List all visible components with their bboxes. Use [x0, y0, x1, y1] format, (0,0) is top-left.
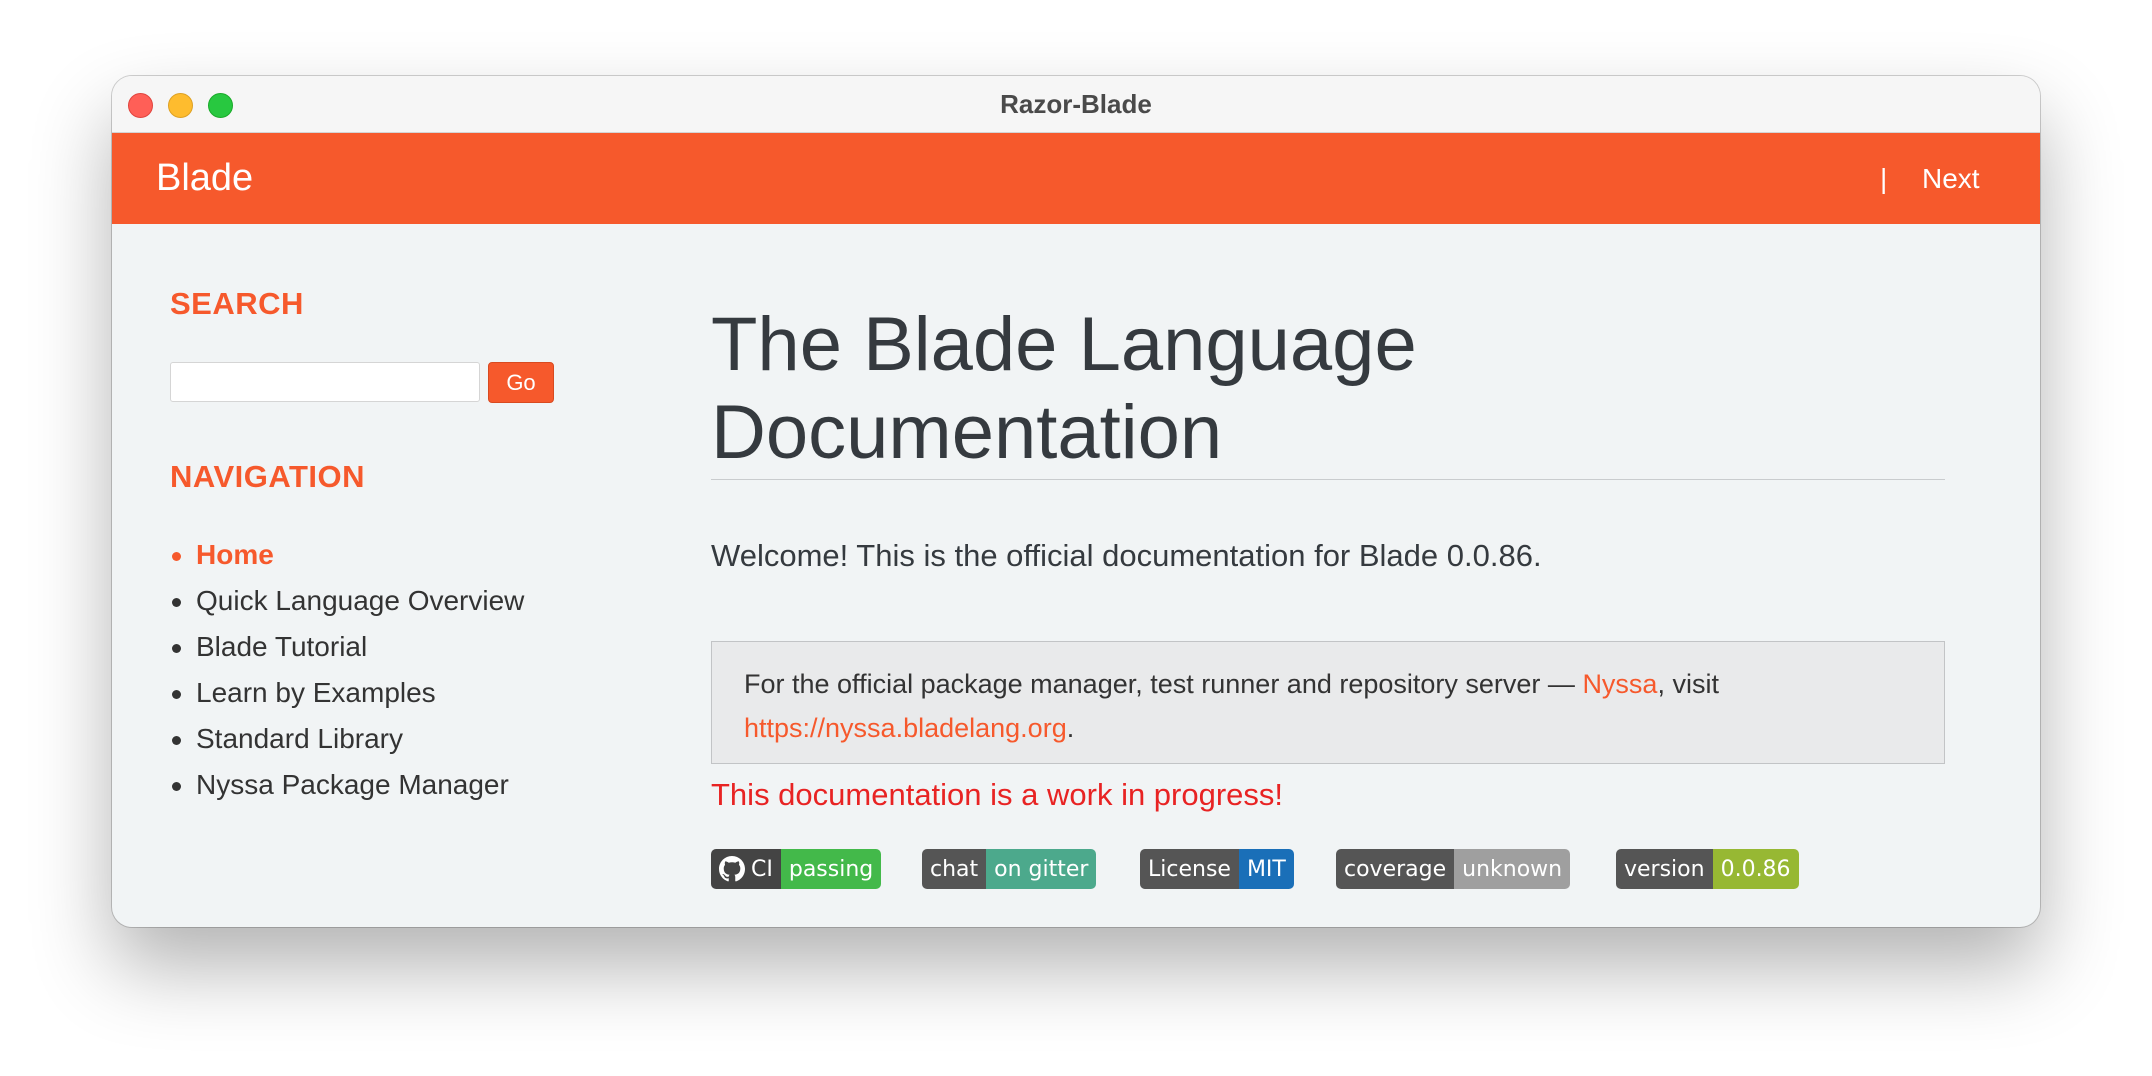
gitter-badge[interactable]: chat on gitter	[922, 849, 1097, 889]
version-badge[interactable]: version 0.0.86	[1616, 849, 1799, 889]
go-button[interactable]: Go	[488, 362, 554, 403]
ci-badge-label: CI	[711, 849, 781, 889]
nav-item-standard-library[interactable]: Standard Library	[172, 716, 616, 762]
window-title: Razor-Blade	[1000, 89, 1152, 119]
ci-badge-value: passing	[780, 849, 882, 889]
search-input[interactable]	[170, 362, 480, 402]
search-form: Go	[170, 362, 554, 403]
nyssa-link[interactable]: Nyssa	[1582, 669, 1657, 699]
notice-text-before: For the official package manager, test r…	[744, 669, 1583, 699]
search-heading: SEARCH	[170, 286, 304, 321]
version-badge-value: 0.0.86	[1712, 849, 1799, 889]
welcome-text: Welcome! This is the official documentat…	[711, 538, 1542, 573]
ci-badge-label-text: CI	[751, 856, 773, 882]
nyssa-url-link[interactable]: https://nyssa.bladelang.org	[744, 713, 1067, 743]
gitter-badge-label: chat	[922, 849, 987, 889]
nav-item-home[interactable]: Home	[172, 532, 616, 578]
notice-text-middle: , visit	[1657, 669, 1719, 699]
work-in-progress-text: This documentation is a work in progress…	[711, 777, 1284, 812]
nav-item-blade-tutorial[interactable]: Blade Tutorial	[172, 624, 616, 670]
title-divider	[711, 479, 1945, 480]
gitter-badge-value: on gitter	[986, 849, 1097, 889]
license-badge[interactable]: License MIT	[1140, 849, 1294, 889]
version-badge-label: version	[1616, 849, 1713, 889]
coverage-badge-label: coverage	[1336, 849, 1455, 889]
ci-badge[interactable]: CI passing	[711, 849, 882, 889]
browser-window: Razor-Blade Blade | Next SEARCH Go NAVIG…	[112, 76, 2040, 927]
top-navbar: Blade | Next	[112, 133, 2040, 224]
notice-text-after: .	[1066, 713, 1075, 743]
license-badge-value: MIT	[1238, 849, 1294, 889]
sidebar: SEARCH Go NAVIGATION Home Quick Language…	[170, 286, 620, 800]
brand-link[interactable]: Blade	[156, 157, 253, 200]
nav-item-learn-by-examples[interactable]: Learn by Examples	[172, 670, 616, 716]
nav-item-quick-language-overview[interactable]: Quick Language Overview	[172, 578, 616, 624]
page-title-line1: The Blade Language	[711, 302, 1417, 387]
coverage-badge-value: unknown	[1454, 849, 1571, 889]
main-content: The Blade Language Documentation Welcome…	[711, 301, 1945, 889]
navigation-list: Home Quick Language Overview Blade Tutor…	[170, 532, 616, 808]
next-link[interactable]: Next	[1922, 163, 1980, 195]
license-badge-label: License	[1140, 849, 1239, 889]
coverage-badge[interactable]: coverage unknown	[1336, 849, 1571, 889]
nav-separator: |	[1880, 163, 1888, 194]
navigation-heading: NAVIGATION	[170, 459, 366, 494]
page-title-line2: Documentation	[711, 390, 1223, 475]
page-title: The Blade Language Documentation	[711, 301, 1945, 477]
package-manager-notice: For the official package manager, test r…	[711, 641, 1945, 764]
title-bar: Razor-Blade	[112, 76, 2040, 133]
nav-item-nyssa-package-manager[interactable]: Nyssa Package Manager	[172, 762, 616, 808]
github-icon	[719, 856, 745, 882]
